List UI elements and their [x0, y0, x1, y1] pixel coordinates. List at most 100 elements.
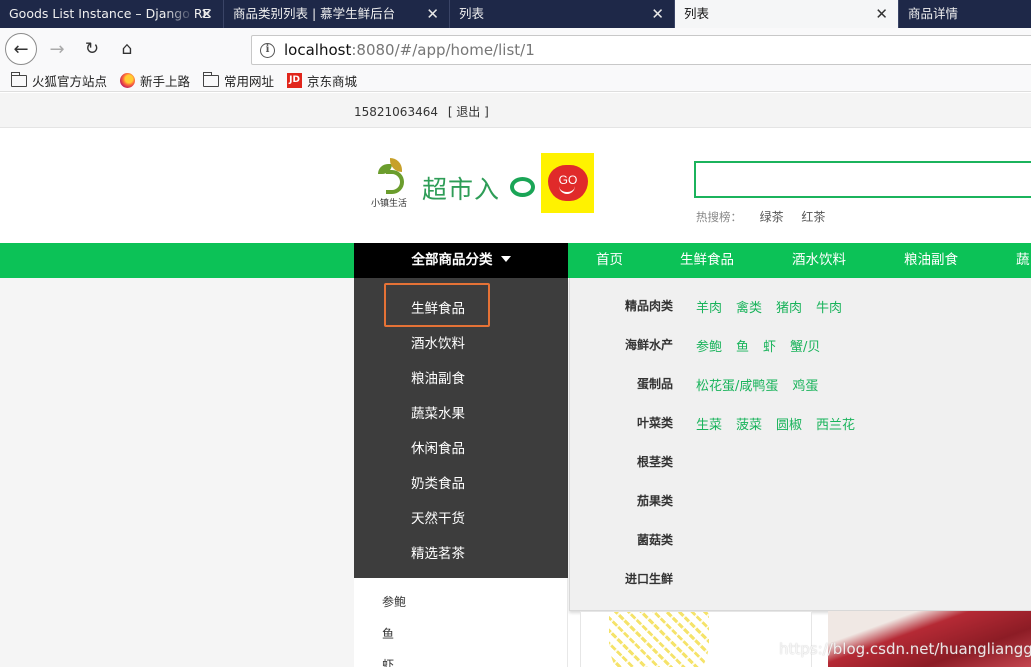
browser-toolbar: ← → ↻ ⌂ i localhost:8080/#/app/home/list… [0, 28, 1031, 70]
tab-fade [165, 0, 195, 28]
subcategory-link[interactable]: 蟹/贝 [790, 340, 820, 355]
hot-search: 热搜榜： 绿茶 红茶 [696, 208, 839, 225]
subcategory-link[interactable]: 羊肉 [696, 301, 722, 316]
tab-title: 商品详情 [908, 6, 959, 21]
tab-title: 列表 [459, 6, 485, 21]
subcategory-link[interactable]: 生菜 [696, 418, 722, 433]
nav-home[interactable]: 首页 [596, 243, 623, 278]
home-icon[interactable]: ⌂ [112, 34, 142, 64]
subcategory-heading[interactable]: 菌菇类 [637, 531, 673, 548]
all-categories-button[interactable]: 全部商品分类 [354, 243, 568, 278]
firefox-icon [120, 73, 136, 88]
folder-icon [10, 71, 27, 87]
folder-icon [202, 71, 220, 87]
left-list-item[interactable]: 参鲍 [382, 593, 406, 610]
logout-link[interactable]: [ 退出 ] [448, 105, 489, 119]
bookmark-jd[interactable]: JD 京东商城 [287, 71, 357, 90]
bookmark-label: 火狐官方站点 [32, 74, 108, 89]
category-dried-goods[interactable]: 天然干货 [411, 507, 465, 527]
bookmark-label: 常用网址 [224, 74, 275, 89]
category-vegetables-fruit[interactable]: 蔬菜水果 [411, 402, 465, 422]
hot-word-black-tea[interactable]: 红茶 [801, 210, 825, 224]
category-dairy[interactable]: 奶类食品 [411, 472, 465, 492]
tab-category-list[interactable]: 商品类别列表 | 慕学生鲜后台 ✕ [224, 0, 450, 28]
tab-product-detail[interactable]: 商品详情 [899, 0, 1031, 28]
nav-fresh-food[interactable]: 生鲜食品 [680, 243, 734, 278]
main-navigation: 全部商品分类 首页 生鲜食品 酒水饮料 粮油副食 蔬 [0, 243, 1031, 278]
left-list-item[interactable]: 虾 [382, 656, 394, 667]
nav-drinks[interactable]: 酒水饮料 [792, 243, 846, 278]
category-grain-oil[interactable]: 粮油副食 [411, 367, 465, 387]
tab-goods-list-instance[interactable]: Goods List Instance – Django RE ✕ [0, 0, 224, 28]
stem [386, 170, 404, 194]
bookmark-label: 京东商城 [307, 74, 358, 89]
go-label: GO [558, 173, 578, 187]
subcategory-row: 根茎类 [570, 453, 1031, 473]
subcategory-row: 蛋制品 松花蛋/咸鸭蛋 鸡蛋 [570, 375, 1031, 395]
subcategory-items: 松花蛋/咸鸭蛋 鸡蛋 [696, 375, 832, 394]
subcategory-panel: 精品肉类 羊肉 禽类 猪肉 牛肉 海鲜水产 参鲍鱼虾蟹/贝 蛋制品 松花蛋/咸鸭蛋 鸡蛋… [569, 278, 1031, 611]
subcategory-link[interactable]: 松花蛋/咸鸭蛋 [696, 379, 778, 394]
category-snacks[interactable]: 休闲食品 [411, 437, 465, 457]
subcategory-link[interactable]: 虾 [763, 340, 776, 355]
subcategory-link[interactable]: 菠菜 [736, 418, 762, 433]
subcategory-items: 羊肉 禽类 猪肉 牛肉 [696, 297, 856, 316]
brand-name: 超市入 [422, 175, 501, 204]
tab-list-active[interactable]: 列表 ✕ [675, 0, 899, 28]
subcategory-row: 进口生鲜 [570, 570, 1031, 590]
back-arrow-icon[interactable]: ← [5, 33, 37, 65]
left-list-item[interactable]: 鱼 [382, 625, 394, 642]
subcategory-link[interactable]: 鱼 [736, 340, 749, 355]
bookmark-label: 新手上路 [140, 74, 191, 89]
subcategory-heading[interactable]: 根茎类 [637, 453, 673, 470]
subcategory-link[interactable]: 牛肉 [816, 301, 842, 316]
nav-vegetables[interactable]: 蔬 [1016, 243, 1030, 278]
subcategory-heading[interactable]: 茄果类 [637, 492, 673, 509]
site-info-icon[interactable]: i [260, 42, 275, 58]
subcategory-heading[interactable]: 进口生鲜 [625, 570, 673, 587]
left-filter-list: 参鲍 鱼 虾 [354, 578, 568, 667]
subcategory-link[interactable]: 西兰花 [816, 418, 855, 433]
subcategory-link[interactable]: 圆椒 [776, 418, 802, 433]
site-top-bar: 15821063464 [ 退出 ] [0, 93, 1031, 128]
category-drinks[interactable]: 酒水饮料 [411, 332, 465, 352]
subcategory-row: 精品肉类 羊肉 禽类 猪肉 牛肉 [570, 297, 1031, 317]
forward-arrow-icon[interactable]: → [42, 34, 72, 64]
url-bar[interactable]: i localhost:8080/#/app/home/list/1 [251, 35, 1031, 65]
hot-word-green-tea[interactable]: 绿茶 [760, 210, 784, 224]
fruit-net-overlay [609, 612, 709, 667]
close-tab-icon[interactable]: ✕ [426, 0, 439, 28]
nav-grain-oil[interactable]: 粮油副食 [904, 243, 958, 278]
bookmark-firefox-official[interactable]: 火狐官方站点 [10, 71, 108, 90]
subcategory-items: 生菜 菠菜 圆椒 西兰花 [696, 414, 869, 433]
meat-product-image[interactable] [828, 611, 1031, 667]
subcategory-heading[interactable]: 叶菜类 [637, 414, 673, 431]
subcategory-link[interactable]: 禽类 [736, 301, 762, 316]
url-host: localhost [284, 41, 352, 59]
reload-icon[interactable]: ↻ [77, 34, 107, 64]
subcategory-heading[interactable]: 精品肉类 [625, 297, 673, 314]
subcategory-link[interactable]: 鸡蛋 [792, 379, 818, 394]
logo-subtitle: 小镇生活 [371, 199, 408, 209]
close-tab-icon[interactable]: ✕ [200, 0, 213, 28]
bookmarks-bar: 火狐官方站点 新手上路 常用网址 JD 京东商城 [0, 70, 1031, 92]
category-fresh-food[interactable]: 生鲜食品 [411, 297, 465, 317]
search-input[interactable] [694, 161, 1031, 198]
close-tab-icon[interactable]: ✕ [875, 0, 888, 28]
tab-list[interactable]: 列表 ✕ [450, 0, 675, 28]
bookmark-getting-started[interactable]: 新手上路 [120, 71, 190, 90]
subcategory-link[interactable]: 猪肉 [776, 301, 802, 316]
go-badge: GO [541, 153, 594, 213]
heart-icon: GO [548, 165, 588, 201]
product-card-image[interactable] [580, 611, 812, 667]
close-tab-icon[interactable]: ✕ [651, 0, 664, 28]
subcategory-items: 参鲍鱼虾蟹/贝 [696, 336, 834, 355]
bookmark-common-sites[interactable]: 常用网址 [202, 71, 275, 90]
subcategory-link[interactable]: 参鲍 [696, 340, 722, 355]
page-left-blank [0, 278, 354, 667]
subcategory-heading[interactable]: 海鲜水产 [625, 336, 673, 353]
subcategory-heading[interactable]: 蛋制品 [637, 375, 673, 392]
watermark-text: https://blog.csdn.net/huangliangguj [779, 640, 1031, 658]
category-tea[interactable]: 精选茗茶 [411, 542, 465, 562]
jd-icon: JD [287, 73, 303, 88]
